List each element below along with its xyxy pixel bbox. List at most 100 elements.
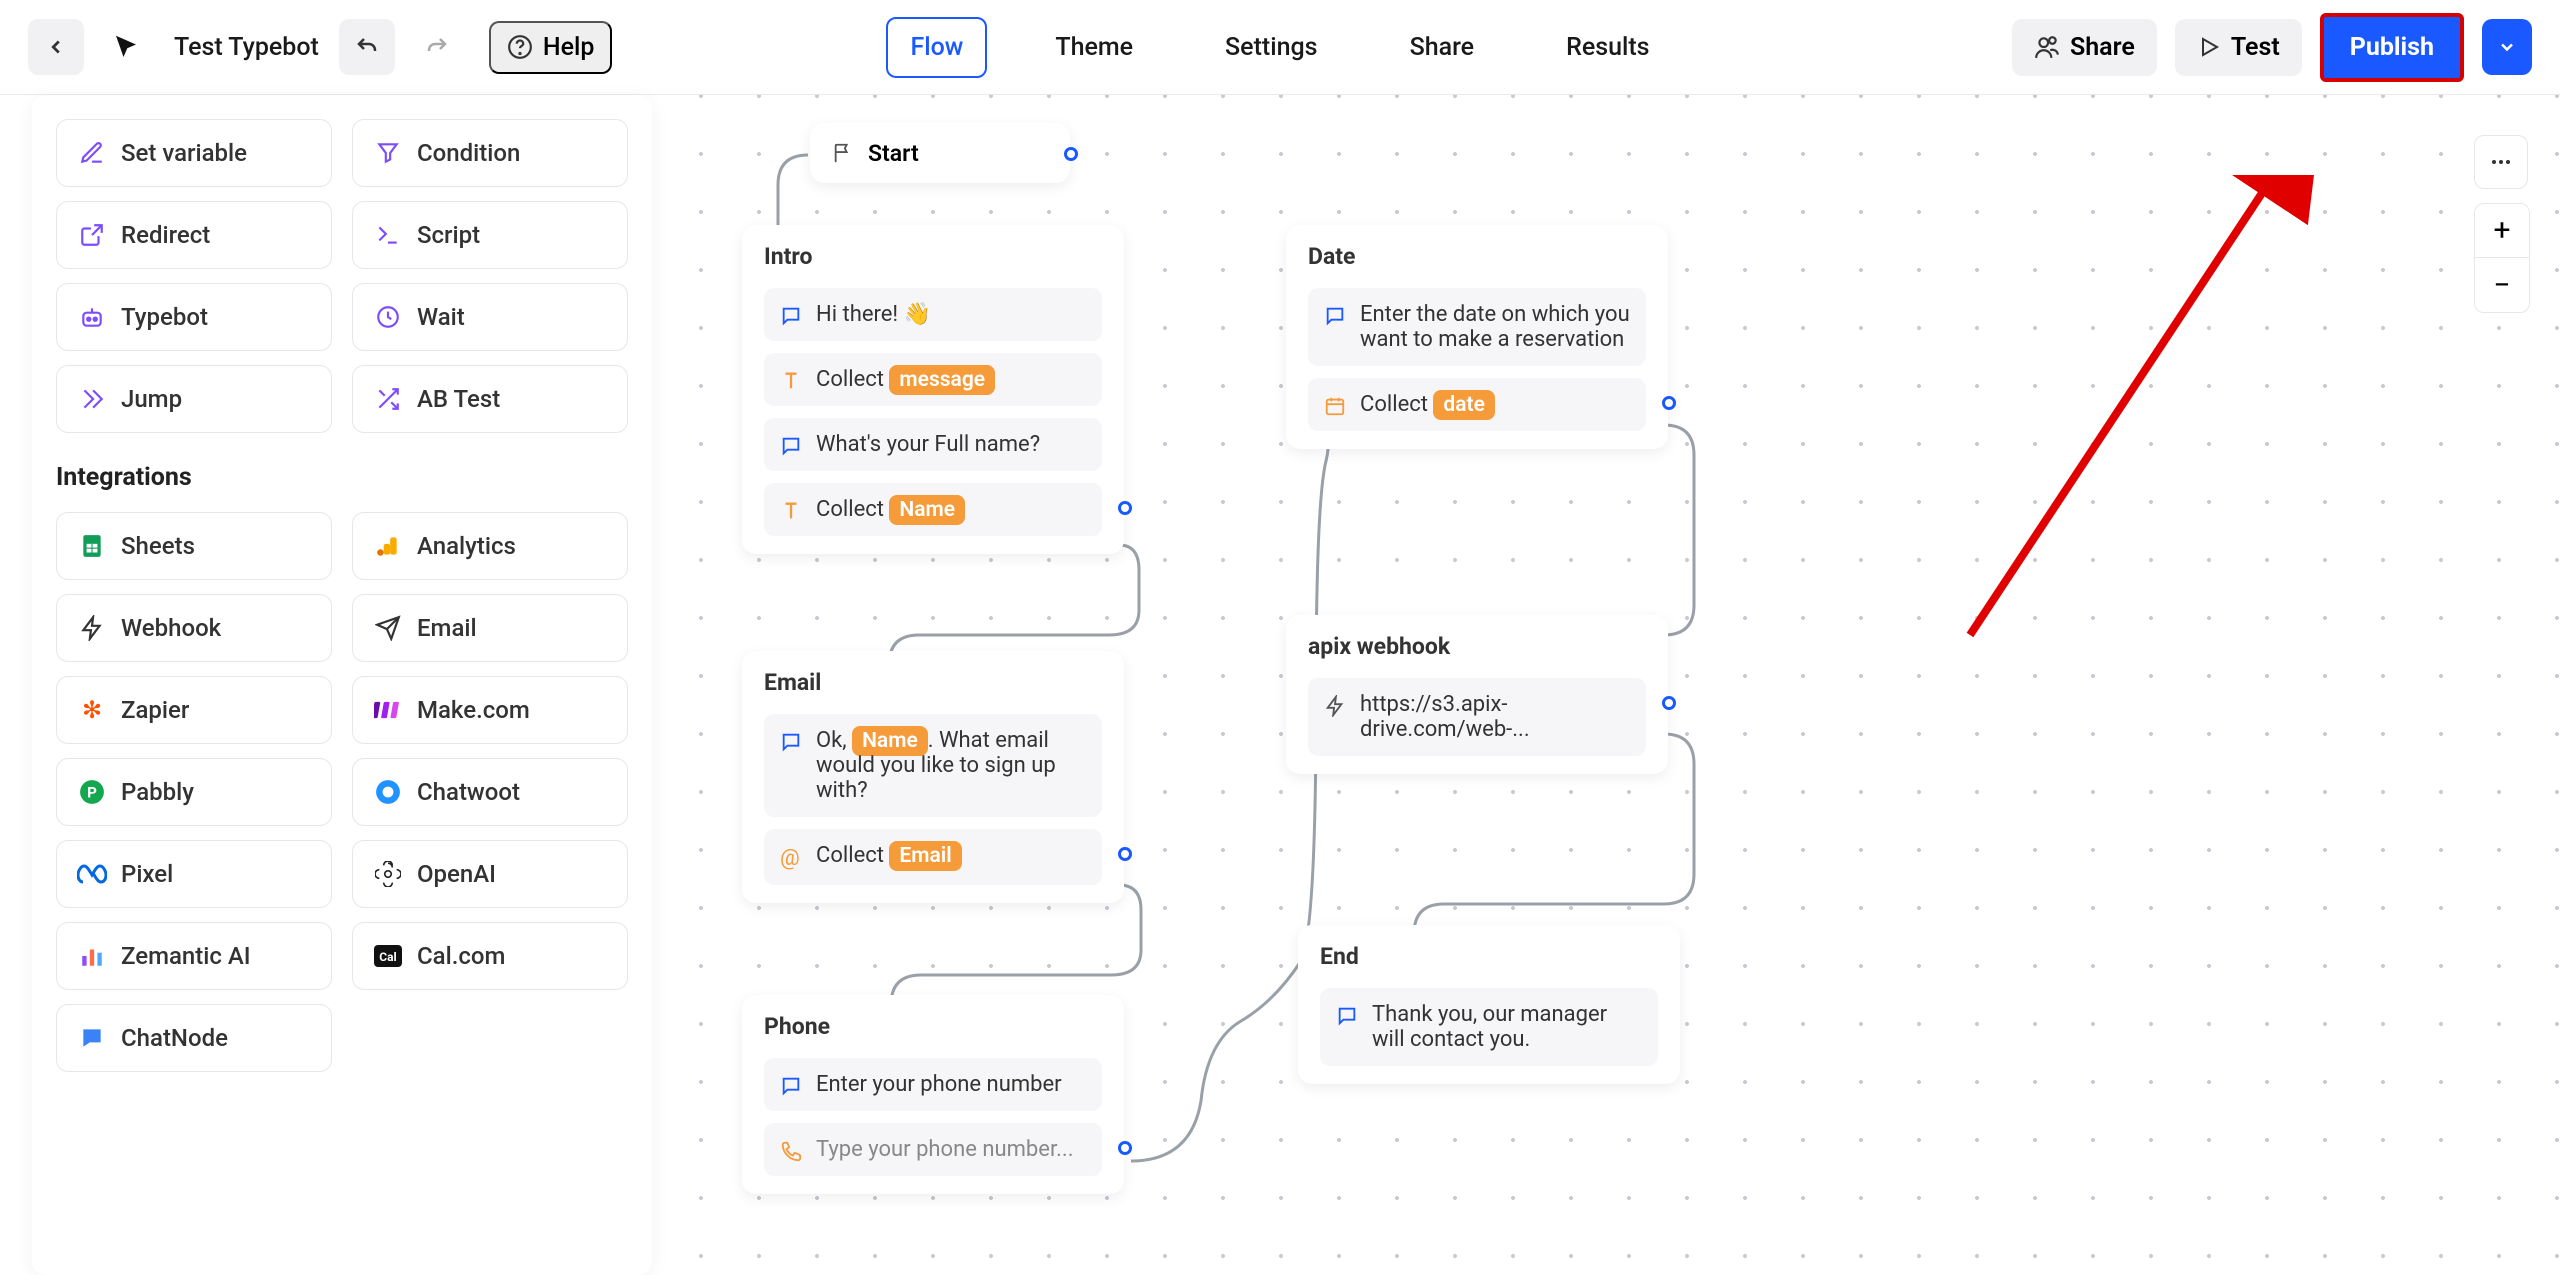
zoom-controls: + − (2474, 203, 2530, 313)
tab-theme[interactable]: Theme (1031, 17, 1157, 78)
chat-icon (1336, 1002, 1360, 1027)
block-zapier[interactable]: ✻Zapier (56, 676, 332, 744)
bubble-text[interactable]: Hi there! 👋 (764, 288, 1102, 341)
back-button[interactable] (28, 19, 84, 75)
flow-node-end[interactable]: End Thank you, our manager will contact … (1298, 925, 1680, 1084)
block-typebot[interactable]: Typebot (56, 283, 332, 351)
input-text[interactable]: Collect Name (764, 483, 1102, 536)
shuffle-icon (373, 384, 403, 414)
flow-node-email[interactable]: Email Ok, Name. What email would you lik… (742, 651, 1124, 903)
more-options-button[interactable] (2474, 135, 2528, 189)
integrations-blocks: Sheets Analytics Webhook Email ✻Zapier M… (56, 512, 628, 1072)
skip-forward-icon (77, 384, 107, 414)
input-date[interactable]: Collect date (1308, 378, 1646, 431)
help-icon (507, 34, 533, 60)
bars-icon (77, 941, 107, 971)
tab-flow[interactable]: Flow (886, 17, 987, 78)
at-icon: @ (780, 843, 804, 871)
undo-button[interactable] (339, 19, 395, 75)
app-header: Test Typebot Help Flow Theme Settings Sh… (0, 0, 2560, 95)
block-condition[interactable]: Condition (352, 119, 628, 187)
flow-node-phone[interactable]: Phone Enter your phone number Type your … (742, 995, 1124, 1194)
text-input-icon (780, 367, 804, 392)
chevron-down-icon (2497, 37, 2517, 57)
zoom-in-button[interactable]: + (2475, 204, 2529, 258)
webhook-block[interactable]: https://s3.apix-drive.com/web-... (1308, 678, 1646, 756)
block-set-variable[interactable]: Set variable (56, 119, 332, 187)
test-label: Test (2231, 33, 2280, 62)
output-port[interactable] (1118, 501, 1132, 515)
block-zemantic[interactable]: Zemantic AI (56, 922, 332, 990)
output-port[interactable] (1064, 147, 1078, 161)
chat-icon (780, 302, 804, 327)
node-title: Phone (764, 1013, 1102, 1040)
redo-button[interactable] (409, 19, 465, 75)
block-chatnode[interactable]: ChatNode (56, 1004, 332, 1072)
node-title: End (1320, 943, 1658, 970)
share-label: Share (2070, 33, 2135, 62)
bubble-text[interactable]: Ok, Name. What email would you like to s… (764, 714, 1102, 817)
block-email[interactable]: Email (352, 594, 628, 662)
bubble-text[interactable]: Enter your phone number (764, 1058, 1102, 1111)
more-horizontal-icon (2489, 150, 2513, 174)
help-button[interactable]: Help (489, 21, 613, 74)
zapier-icon: ✻ (77, 695, 107, 725)
chatwoot-icon (373, 777, 403, 807)
clock-icon (373, 302, 403, 332)
flow-start-node[interactable]: Start (810, 123, 1070, 183)
block-openai[interactable]: OpenAI (352, 840, 628, 908)
node-title: Date (1308, 243, 1646, 270)
node-title: Intro (764, 243, 1102, 270)
logic-blocks: Set variable Condition Redirect Script T… (56, 119, 628, 433)
block-make[interactable]: Make.com (352, 676, 628, 744)
tab-share[interactable]: Share (1386, 17, 1499, 78)
output-port[interactable] (1118, 1141, 1132, 1155)
block-jump[interactable]: Jump (56, 365, 332, 433)
send-icon (373, 613, 403, 643)
bot-title[interactable]: Test Typebot (168, 33, 325, 62)
zoom-out-button[interactable]: − (2475, 258, 2529, 312)
block-analytics[interactable]: Analytics (352, 512, 628, 580)
calcom-icon: Cal (373, 941, 403, 971)
bubble-text[interactable]: Thank you, our manager will contact you. (1320, 988, 1658, 1066)
tab-settings[interactable]: Settings (1201, 17, 1342, 78)
block-ab-test[interactable]: AB Test (352, 365, 628, 433)
publish-dropdown-button[interactable] (2482, 19, 2532, 75)
block-webhook[interactable]: Webhook (56, 594, 332, 662)
openai-icon (373, 859, 403, 889)
chat-icon (780, 1072, 804, 1097)
input-phone[interactable]: Type your phone number... (764, 1123, 1102, 1176)
output-port[interactable] (1662, 396, 1676, 410)
main-canvas: Set variable Condition Redirect Script T… (0, 95, 2560, 1260)
block-script[interactable]: Script (352, 201, 628, 269)
output-port[interactable] (1662, 696, 1676, 710)
block-pabbly[interactable]: PPabbly (56, 758, 332, 826)
input-email[interactable]: @Collect Email (764, 829, 1102, 885)
output-port[interactable] (1118, 847, 1132, 861)
tab-results[interactable]: Results (1542, 17, 1673, 78)
block-redirect[interactable]: Redirect (56, 201, 332, 269)
flow-node-webhook[interactable]: apix webhook https://s3.apix-drive.com/w… (1286, 615, 1668, 774)
share-button[interactable]: Share (2012, 19, 2157, 76)
bubble-text[interactable]: Enter the date on which you want to make… (1308, 288, 1646, 366)
block-wait[interactable]: Wait (352, 283, 628, 351)
block-sheets[interactable]: Sheets (56, 512, 332, 580)
meta-icon (77, 859, 107, 889)
bubble-text[interactable]: What's your Full name? (764, 418, 1102, 471)
chat-icon (1324, 302, 1348, 327)
test-button[interactable]: Test (2175, 19, 2302, 76)
canvas-toolbar: + − (2474, 135, 2530, 313)
input-text[interactable]: Collect message (764, 353, 1102, 406)
flow-node-date[interactable]: Date Enter the date on which you want to… (1286, 225, 1668, 449)
chevron-left-icon (45, 36, 67, 58)
pointer-tool-button[interactable] (98, 19, 154, 75)
sheets-icon (77, 531, 107, 561)
block-pixel[interactable]: Pixel (56, 840, 332, 908)
flow-node-intro[interactable]: Intro Hi there! 👋 Collect message What's… (742, 225, 1124, 554)
nav-tabs: Flow Theme Settings Share Results (886, 17, 1673, 78)
chat-icon (780, 432, 804, 457)
people-icon (2034, 34, 2060, 60)
block-calcom[interactable]: CalCal.com (352, 922, 628, 990)
publish-button[interactable]: Publish (2320, 13, 2464, 82)
block-chatwoot[interactable]: Chatwoot (352, 758, 628, 826)
